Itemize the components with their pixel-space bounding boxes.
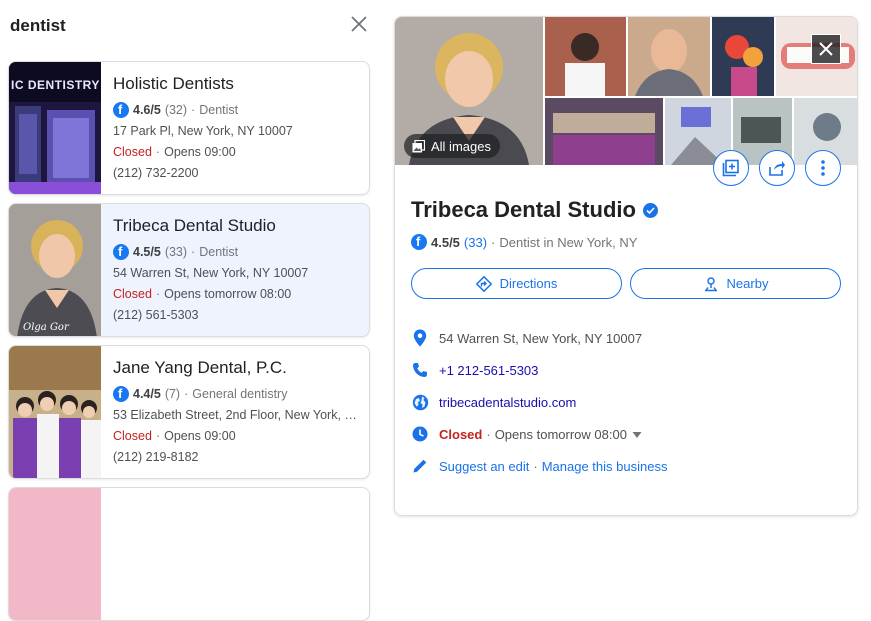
verified-icon	[642, 202, 658, 218]
facebook-icon	[113, 102, 129, 118]
result-hours: Opens 09:00	[164, 429, 236, 443]
images-icon	[412, 139, 425, 152]
business-review-count[interactable]: (33)	[464, 235, 487, 250]
nearby-button[interactable]: Nearby	[630, 268, 841, 299]
result-hours: Opens 09:00	[164, 145, 236, 159]
result-hours: Opens tomorrow 08:00	[164, 287, 292, 301]
directions-label: Directions	[499, 276, 558, 291]
close-icon[interactable]	[348, 13, 370, 35]
business-category: Dentist in New York, NY	[499, 234, 638, 250]
result-review-count: (7)	[164, 387, 181, 401]
result-address: 54 Warren St, New York, NY 10007	[113, 266, 309, 280]
result-card-tribeca-dental-studio[interactable]: Olga Gor Tribeca Dental Studio 4.5/5 (33…	[8, 203, 370, 337]
result-name[interactable]: Jane Yang Dental, P.C.	[113, 358, 357, 378]
result-phone: (212) 561-5303	[113, 308, 199, 322]
business-detail-panel: All images Tribeca Dental Studio 4.5/5 (…	[394, 16, 858, 516]
more-vert-icon	[821, 160, 825, 176]
suggest-edit-link[interactable]: Suggest an edit	[439, 459, 529, 474]
result-name[interactable]: Tribeca Dental Studio	[113, 216, 357, 236]
thumbnail-signature: Olga Gor	[23, 322, 69, 333]
hours-status: Closed	[439, 426, 483, 442]
result-status: Closed	[113, 287, 152, 301]
facebook-icon	[113, 244, 129, 260]
globe-icon	[411, 393, 429, 411]
save-list-icon	[722, 159, 739, 177]
save-button[interactable]	[713, 150, 749, 186]
edit-row: Suggest an edit · Manage this business	[411, 456, 667, 476]
phone-link[interactable]: +1 212-561-5303	[439, 363, 538, 378]
result-address: 53 Elizabeth Street, 2nd Floor, New York…	[113, 408, 357, 422]
result-thumbnail: Olga Gor	[9, 204, 101, 336]
pencil-icon	[411, 457, 429, 475]
result-review-count: (32)	[164, 103, 188, 117]
result-thumbnail: IC DENTISTRY	[9, 62, 101, 194]
website-link[interactable]: tribecadentalstudio.com	[439, 395, 576, 410]
result-review-count: (33)	[164, 245, 188, 259]
chevron-down-icon[interactable]	[632, 427, 642, 442]
result-status: Closed	[113, 429, 152, 443]
all-images-button[interactable]: All images	[404, 134, 500, 158]
facebook-icon	[113, 386, 129, 402]
share-icon	[769, 161, 785, 176]
result-rating: 4.6/5	[133, 103, 161, 117]
phone-icon	[411, 361, 429, 379]
phone-row: +1 212-561-5303	[411, 360, 538, 380]
nearby-icon	[704, 276, 717, 291]
website-row: tribecadentalstudio.com	[411, 392, 576, 412]
location-pin-icon	[411, 329, 429, 347]
address-text: 54 Warren St, New York, NY 10007	[439, 330, 643, 346]
result-rating: 4.4/5	[133, 387, 161, 401]
result-rating: 4.5/5	[133, 245, 161, 259]
photo-gallery[interactable]: All images	[395, 17, 857, 165]
search-query: dentist	[10, 16, 66, 35]
results-panel: dentist IC DENTISTRY Holistic Dentists 4…	[0, 0, 380, 621]
hours-row[interactable]: Closed · Opens tomorrow 08:00	[411, 424, 642, 444]
facebook-icon	[411, 234, 427, 250]
business-rating-row: 4.5/5 (33) · Dentist in New York, NY	[411, 234, 637, 250]
address-row: 54 Warren St, New York, NY 10007	[411, 328, 642, 348]
result-card-partial[interactable]	[8, 487, 370, 621]
result-category: General dentistry	[192, 387, 288, 401]
business-name: Tribeca Dental Studio	[411, 197, 636, 222]
result-phone: (212) 732-2200	[113, 166, 199, 180]
result-address: 17 Park Pl, New York, NY 10007	[113, 124, 293, 138]
result-category: Dentist	[199, 103, 239, 117]
nearby-label: Nearby	[726, 276, 769, 291]
directions-button[interactable]: Directions	[411, 268, 622, 299]
result-name[interactable]: Holistic Dentists	[113, 74, 357, 94]
thumbnail-sign-text: IC DENTISTRY	[11, 78, 100, 92]
directions-icon	[475, 275, 492, 292]
result-thumbnail	[9, 346, 101, 478]
business-rating: 4.5/5	[431, 234, 460, 250]
result-card-holistic-dentists[interactable]: IC DENTISTRY Holistic Dentists 4.6/5 (32…	[8, 61, 370, 195]
business-title: Tribeca Dental Studio	[411, 197, 658, 223]
share-button[interactable]	[759, 150, 795, 186]
result-category: Dentist	[199, 245, 239, 259]
close-icon[interactable]	[811, 34, 841, 64]
all-images-label: All images	[431, 138, 491, 154]
manage-business-link[interactable]: Manage this business	[542, 459, 668, 474]
result-thumbnail	[9, 488, 101, 620]
result-card-jane-yang-dental[interactable]: Jane Yang Dental, P.C. 4.4/5 (7) · Gener…	[8, 345, 370, 479]
clock-icon	[411, 425, 429, 443]
more-options-button[interactable]	[805, 150, 841, 186]
hours-text: Opens tomorrow 08:00	[494, 426, 627, 442]
result-status: Closed	[113, 145, 152, 159]
result-phone: (212) 219-8182	[113, 450, 199, 464]
